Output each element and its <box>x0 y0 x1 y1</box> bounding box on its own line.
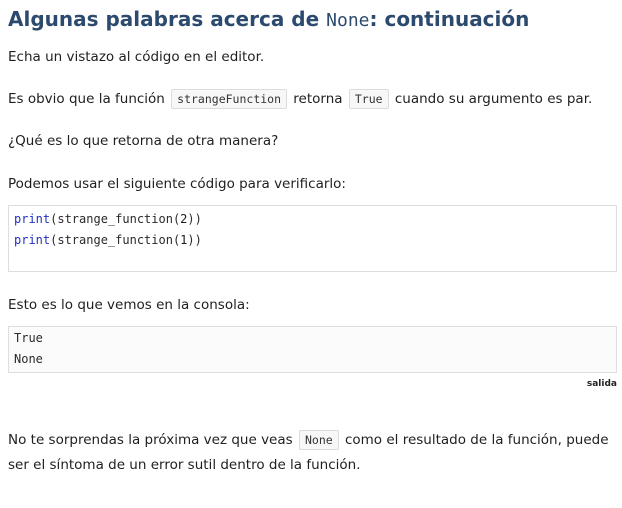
console-output-block: True None <box>8 326 617 373</box>
console-line: None <box>14 352 43 366</box>
obvious-text-1: Es obvio que la función <box>8 91 170 107</box>
page-title: Algunas palabras acerca de None: continu… <box>8 6 617 34</box>
code-close: )) <box>187 233 202 247</box>
code-keyword: print <box>14 212 51 226</box>
lesson-page: Algunas palabras acerca de None: continu… <box>0 0 622 478</box>
output-label: salida <box>586 379 617 389</box>
inline-code-none: None <box>298 430 339 450</box>
intro-paragraph: Echa un vistazo al código en el editor. <box>8 49 265 65</box>
console-intro-paragraph: Esto es lo que vemos en la consola: <box>8 297 250 313</box>
code-close: )) <box>187 212 202 226</box>
code-call: (strange_function( <box>50 212 181 226</box>
final-paragraph: No te sorprendas la próxima vez que veas… <box>8 428 617 478</box>
console-line: True <box>14 331 43 345</box>
title-code: None <box>326 10 370 31</box>
code-line: print(strange_function(2)) <box>14 209 611 230</box>
inline-code-true: True <box>348 89 389 109</box>
obvious-paragraph: Es obvio que la función strangeFunction … <box>8 88 617 110</box>
question-paragraph: ¿Qué es lo que retorna de otra manera? <box>8 133 279 149</box>
final-text-1: No te sorprendas la próxima vez que veas <box>8 432 297 448</box>
verify-paragraph: Podemos usar el siguiente código para ve… <box>8 176 346 192</box>
title-prefix: Algunas palabras acerca de <box>8 7 327 31</box>
inline-code-strangefunction: strangeFunction <box>171 89 288 109</box>
code-line: print(strange_function(1)) <box>14 230 611 251</box>
code-editor-block[interactable]: print(strange_function(2)) print(strange… <box>8 205 617 272</box>
title-suffix: : continuación <box>369 7 530 31</box>
code-call: (strange_function( <box>50 233 181 247</box>
code-keyword: print <box>14 233 51 247</box>
obvious-text-2: retorna <box>289 91 347 107</box>
obvious-text-3: cuando su argumento es par. <box>390 91 593 107</box>
